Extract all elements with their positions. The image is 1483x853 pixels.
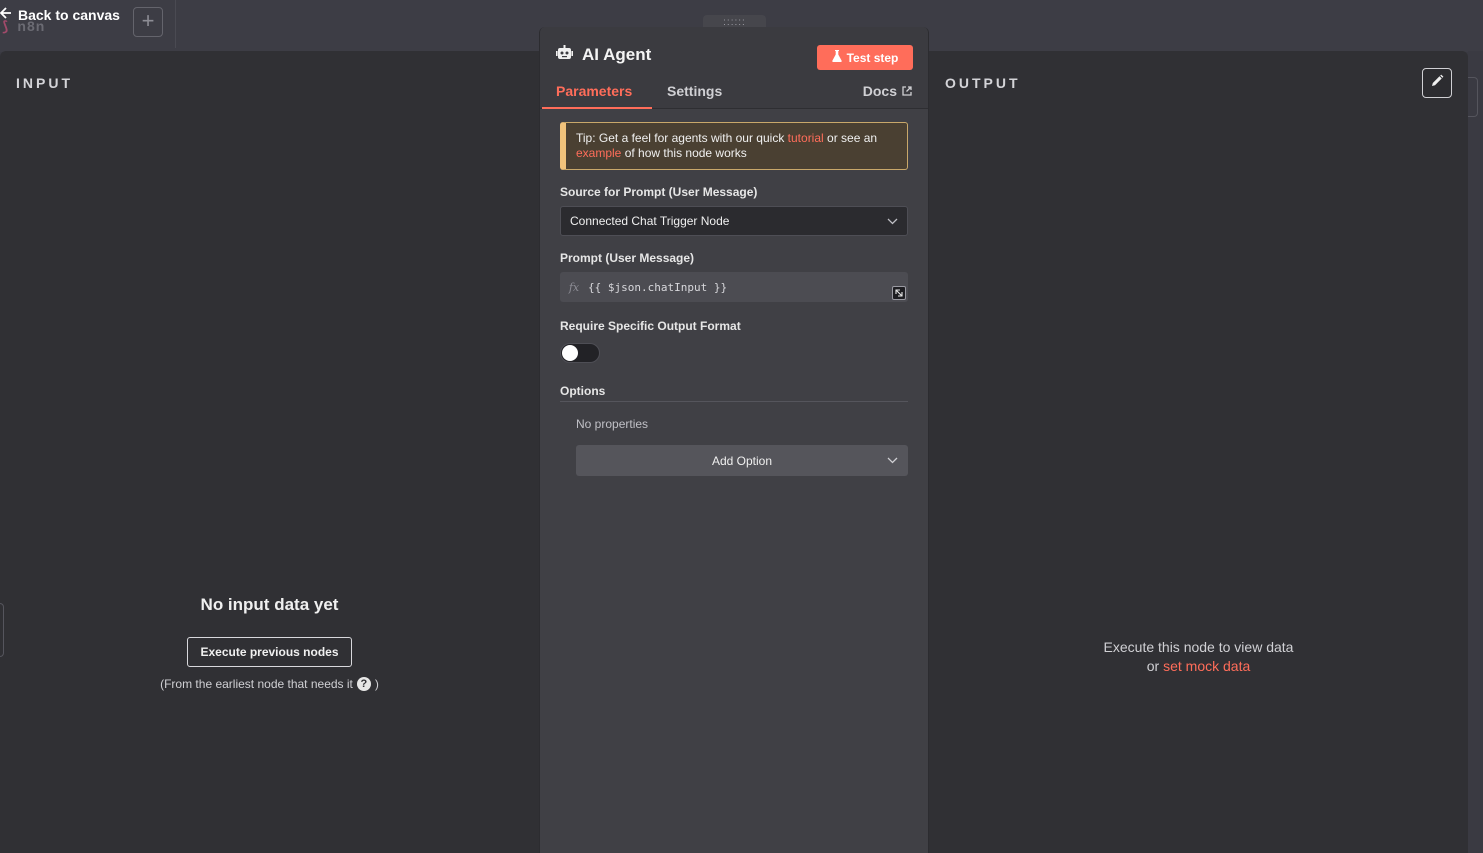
tab-parameters[interactable]: Parameters: [556, 83, 632, 99]
options-label: Options: [560, 384, 606, 398]
input-panel: INPUT No input data yet Execute previous…: [0, 51, 539, 853]
node-header: AI Agent Test step Parameters Settings D…: [540, 27, 928, 109]
prompt-expression-input[interactable]: fx {{ $json.chatInput }}: [560, 272, 908, 302]
source-prompt-label: Source for Prompt (User Message): [560, 185, 758, 199]
add-option-label: Add Option: [711, 453, 773, 468]
execute-hint: (From the earliest node that needs it ? …: [0, 677, 539, 691]
pencil-icon: [1430, 74, 1444, 93]
test-step-label: Test step: [846, 50, 899, 65]
tip-text-suffix: of how this node works: [624, 146, 747, 160]
question-circle-icon[interactable]: ?: [356, 677, 371, 691]
example-link[interactable]: example: [576, 146, 621, 160]
prompt-label: Prompt (User Message): [560, 251, 695, 265]
chevron-down-icon: [887, 453, 898, 467]
edit-output-button[interactable]: [1422, 68, 1452, 98]
set-mock-data-link[interactable]: set mock data: [1163, 658, 1250, 674]
right-edge: [1468, 51, 1483, 853]
external-link-icon: [902, 83, 912, 99]
back-to-canvas-label: Back to canvas: [18, 6, 120, 23]
robot-icon: [556, 45, 573, 65]
expand-icon[interactable]: [892, 286, 906, 300]
tutorial-link[interactable]: tutorial: [788, 131, 824, 145]
no-input-title: No input data yet: [200, 595, 339, 614]
topbar-divider: [175, 0, 176, 48]
chevron-down-icon: [887, 214, 898, 228]
node-settings-panel: AI Agent Test step Parameters Settings D…: [539, 27, 929, 853]
source-prompt-value: Connected Chat Trigger Node: [570, 214, 730, 228]
active-tab-indicator: [542, 107, 652, 109]
execute-previous-nodes-button[interactable]: Execute previous nodes: [187, 637, 352, 667]
fx-icon: fx: [568, 280, 580, 294]
node-title-text[interactable]: AI Agent: [582, 45, 651, 65]
add-node-button[interactable]: +: [133, 7, 163, 37]
prompt-expression-value: {{ $json.chatInput }}: [588, 280, 728, 294]
input-empty-state: No input data yet Execute previous nodes…: [0, 51, 539, 691]
hint-close: ): [374, 677, 379, 691]
node-title: AI Agent: [556, 45, 651, 65]
right-edge-handle: [1468, 77, 1478, 117]
hint-text: (From the earliest node that needs it: [160, 677, 353, 691]
tip-callout: Tip: Get a feel for agents with our quic…: [560, 122, 908, 170]
output-format-toggle[interactable]: [560, 343, 600, 363]
toggle-knob: [562, 345, 578, 361]
output-empty-text: Execute this node to view data: [1103, 639, 1294, 655]
arrow-left-icon: [0, 6, 12, 23]
test-step-button[interactable]: Test step: [817, 45, 913, 70]
output-panel: OUTPUT Execute this node to view data or…: [929, 51, 1468, 853]
no-properties-text: No properties: [576, 417, 649, 431]
node-tabs: Parameters Settings Docs: [540, 83, 928, 109]
output-empty-state: Execute this node to view data or set mo…: [929, 638, 1468, 676]
docs-label: Docs: [862, 83, 897, 99]
tip-text-prefix: Tip: Get a feel for agents with our quic…: [576, 131, 785, 145]
options-divider: [560, 401, 908, 402]
output-format-label: Require Specific Output Format: [560, 319, 741, 333]
back-to-canvas-link[interactable]: Back to canvas: [0, 6, 120, 23]
output-or-text: or: [1146, 658, 1160, 674]
output-panel-title: OUTPUT: [945, 75, 1021, 91]
tip-text-middle: or see an: [827, 131, 878, 145]
add-option-button[interactable]: Add Option: [576, 445, 908, 476]
source-prompt-select[interactable]: Connected Chat Trigger Node: [560, 206, 908, 236]
flask-icon: [831, 50, 842, 65]
docs-link[interactable]: Docs: [863, 83, 912, 99]
tab-settings[interactable]: Settings: [667, 83, 722, 99]
input-collapse-handle[interactable]: [0, 603, 4, 657]
